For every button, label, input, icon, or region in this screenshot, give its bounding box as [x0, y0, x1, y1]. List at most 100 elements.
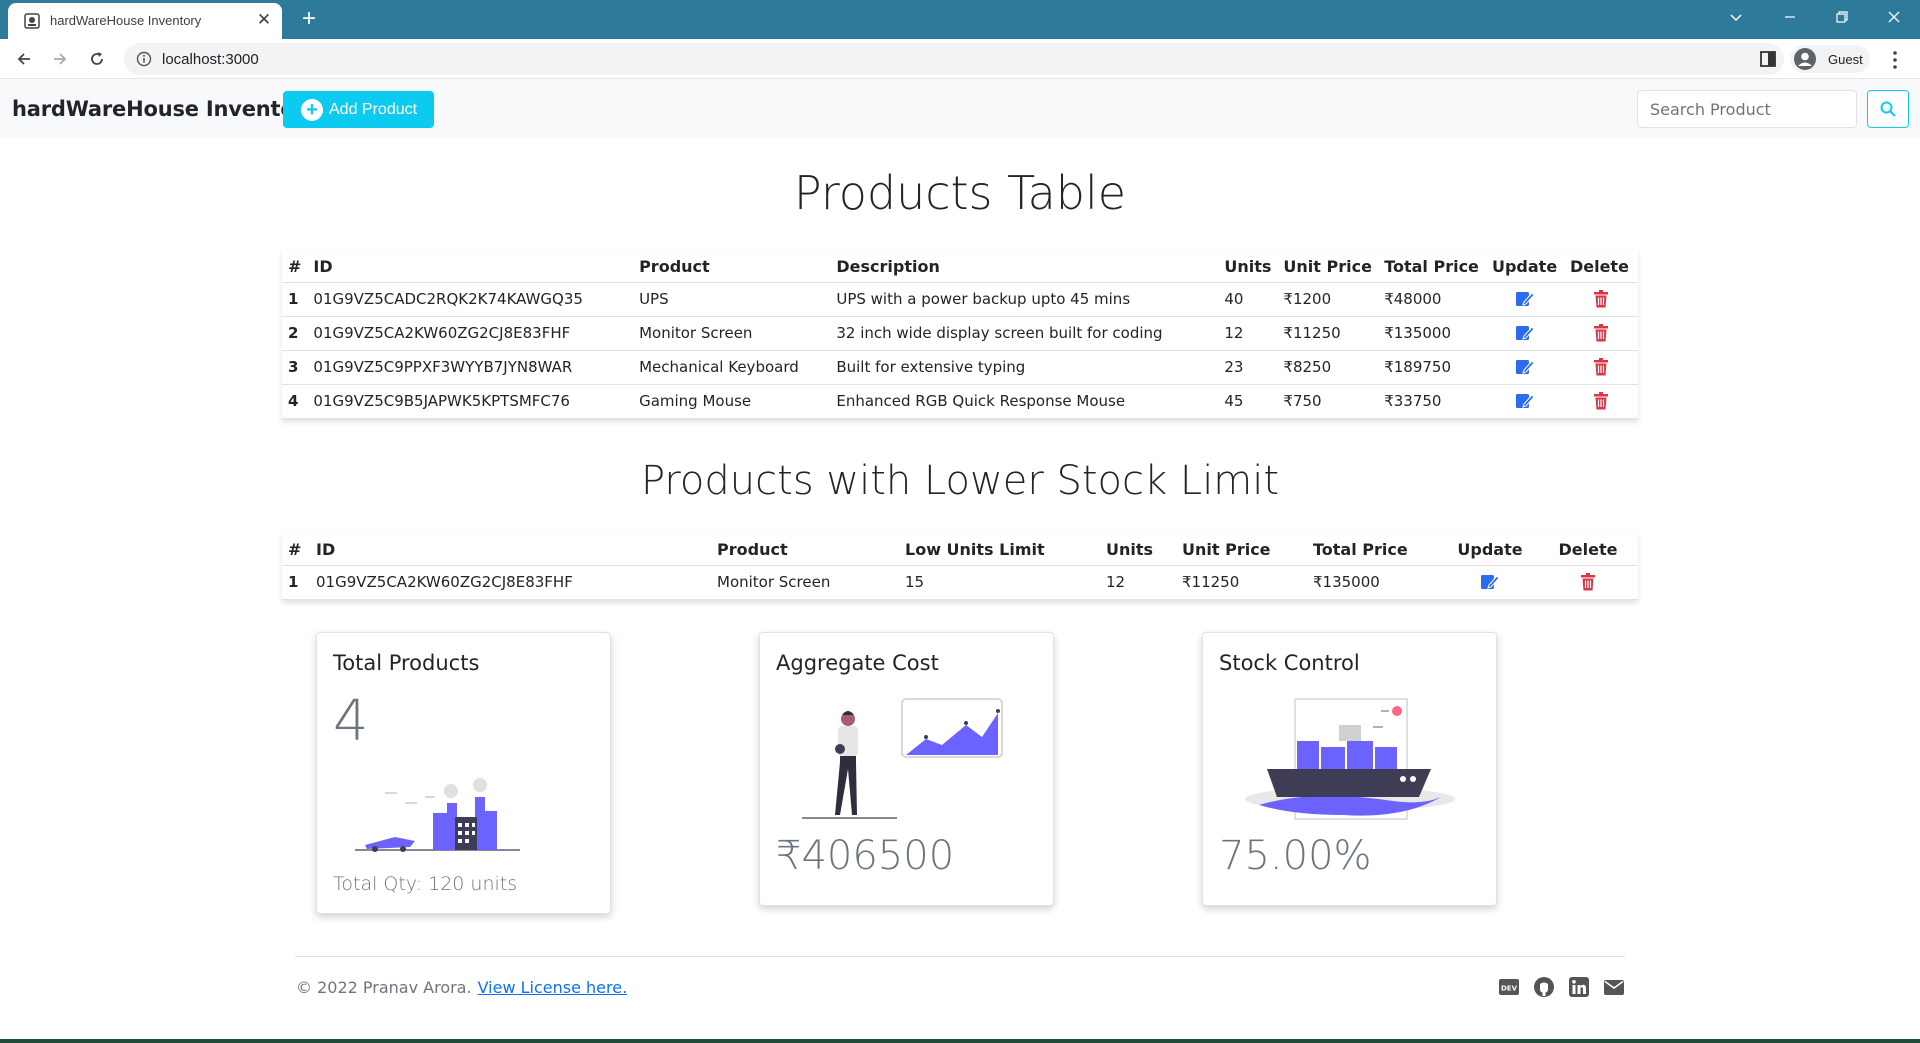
- product-units: 12: [1100, 565, 1176, 600]
- plus-circle-icon: +: [301, 99, 323, 121]
- product-name: Gaming Mouse: [633, 384, 831, 419]
- delete-cell: [1563, 316, 1638, 351]
- cargo-ship-illustration: [1245, 698, 1455, 820]
- copyright-text: © 2022 Pranav Arora.: [296, 978, 472, 997]
- col-header-unit-price: Unit Price: [1277, 250, 1379, 283]
- back-icon[interactable]: [11, 46, 37, 72]
- browser-toolbar: localhost:3000 Guest: [0, 39, 1920, 79]
- col-header-id: ID: [310, 533, 711, 566]
- reload-icon[interactable]: [84, 46, 110, 72]
- stock-control-value: 75.00%: [1219, 833, 1372, 879]
- update-cell: [1485, 384, 1564, 419]
- table-row: 1 01G9VZ5CA2KW60ZG2CJ8E83FHF Monitor Scr…: [282, 565, 1638, 600]
- trash-icon[interactable]: [1593, 324, 1609, 342]
- favicon-icon: [24, 13, 40, 29]
- github-icon[interactable]: [1533, 976, 1555, 998]
- product-total-price: ₹135000: [1307, 565, 1442, 600]
- profile-name: Guest: [1828, 52, 1863, 67]
- close-window-icon[interactable]: [1868, 0, 1920, 34]
- card-title: Total Products: [333, 651, 480, 675]
- row-number: 1: [282, 282, 308, 317]
- trash-icon[interactable]: [1593, 392, 1609, 410]
- svg-text:DEV: DEV: [1501, 985, 1518, 993]
- lowstock-table: # ID Product Low Units Limit Units Unit …: [282, 533, 1638, 600]
- products-table: # ID Product Description Units Unit Pric…: [282, 250, 1638, 419]
- product-description: 32 inch wide display screen built for co…: [830, 316, 1219, 351]
- trash-icon[interactable]: [1593, 290, 1609, 308]
- linkedin-icon[interactable]: [1568, 976, 1590, 998]
- product-name: Monitor Screen: [711, 565, 899, 600]
- add-product-label: Add Product: [329, 101, 418, 118]
- product-units: 45: [1218, 384, 1278, 419]
- license-link[interactable]: View License here.: [478, 978, 628, 997]
- table-row: 2 01G9VZ5CA2KW60ZG2CJ8E83FHF Monitor Scr…: [282, 316, 1638, 351]
- browser-menu-icon[interactable]: [1884, 49, 1906, 71]
- trash-icon[interactable]: [1593, 358, 1609, 376]
- pencil-square-icon[interactable]: [1515, 290, 1535, 308]
- product-units: 23: [1218, 350, 1278, 385]
- trash-icon[interactable]: [1580, 573, 1596, 591]
- footer-divider: [295, 956, 1625, 957]
- col-header-delete: Delete: [1563, 250, 1638, 283]
- url-text: localhost:3000: [162, 51, 259, 68]
- card-title: Stock Control: [1219, 651, 1360, 675]
- row-number: 2: [282, 316, 308, 351]
- col-header-unit-price: Unit Price: [1176, 533, 1307, 566]
- restore-icon[interactable]: [1816, 0, 1868, 34]
- table-header-row: # ID Product Description Units Unit Pric…: [282, 250, 1638, 283]
- app-navbar: hardWareHouse Inventory + Add Product: [0, 79, 1920, 137]
- product-unit-price: ₹1200: [1277, 282, 1379, 317]
- col-header-num: #: [282, 250, 308, 283]
- product-description: Enhanced RGB Quick Response Mouse: [830, 384, 1219, 419]
- row-number: 3: [282, 350, 308, 385]
- browser-tab[interactable]: hardWareHouse Inventory ✕: [8, 3, 282, 39]
- site-info-icon[interactable]: [136, 51, 152, 67]
- product-unit-price: ₹11250: [1176, 565, 1307, 600]
- profile-button[interactable]: Guest: [1790, 45, 1870, 73]
- table-header-row: # ID Product Low Units Limit Units Unit …: [282, 533, 1638, 566]
- product-unit-price: ₹750: [1277, 384, 1379, 419]
- add-product-button[interactable]: + Add Product: [283, 91, 434, 128]
- brand-title[interactable]: hardWareHouse Inventory: [12, 97, 318, 121]
- forward-icon[interactable]: [47, 46, 73, 72]
- search-input[interactable]: [1637, 90, 1857, 128]
- col-header-product: Product: [711, 533, 899, 566]
- col-header-units: Units: [1100, 533, 1176, 566]
- pencil-square-icon[interactable]: [1515, 358, 1535, 376]
- stock-control-card: Stock Control 75.00%: [1202, 632, 1497, 906]
- aggregate-cost-card: Aggregate Cost ₹406500: [759, 632, 1054, 906]
- table-row: 3 01G9VZ5C9PPXF3WYYB7JYN8WAR Mechanical …: [282, 350, 1638, 385]
- pencil-square-icon[interactable]: [1480, 573, 1500, 591]
- address-bar[interactable]: localhost:3000: [124, 43, 1855, 75]
- product-unit-price: ₹8250: [1277, 350, 1379, 385]
- col-header-total-price: Total Price: [1307, 533, 1442, 566]
- lowstock-table-title: Products with Lower Stock Limit: [640, 458, 1280, 504]
- minimize-icon[interactable]: [1764, 0, 1816, 34]
- search-button[interactable]: [1867, 90, 1909, 128]
- product-description: UPS with a power backup upto 45 mins: [830, 282, 1219, 317]
- col-header-low-units-limit: Low Units Limit: [899, 533, 1100, 566]
- product-name: Mechanical Keyboard: [633, 350, 831, 385]
- col-header-description: Description: [830, 250, 1219, 283]
- dev-icon[interactable]: DEV: [1498, 976, 1520, 998]
- table-row: 4 01G9VZ5C9B5JAPWK5KPTSMFC76 Gaming Mous…: [282, 384, 1638, 419]
- update-cell: [1442, 565, 1538, 600]
- product-id: 01G9VZ5CA2KW60ZG2CJ8E83FHF: [307, 316, 634, 351]
- product-units: 12: [1218, 316, 1278, 351]
- card-title: Aggregate Cost: [776, 651, 939, 675]
- tab-search-icon[interactable]: [1710, 0, 1762, 34]
- product-unit-price: ₹11250: [1277, 316, 1379, 351]
- col-header-total-price: Total Price: [1378, 250, 1486, 283]
- tab-close-icon[interactable]: ✕: [254, 10, 274, 30]
- row-number: 4: [282, 384, 308, 419]
- pencil-square-icon[interactable]: [1515, 392, 1535, 410]
- side-panel-icon[interactable]: [1760, 51, 1776, 67]
- delete-cell: [1538, 565, 1638, 600]
- factory-illustration: [355, 778, 520, 852]
- product-total-price: ₹33750: [1378, 384, 1486, 419]
- envelope-icon[interactable]: [1603, 976, 1625, 998]
- update-cell: [1485, 350, 1564, 385]
- pencil-square-icon[interactable]: [1515, 324, 1535, 342]
- total-products-value: 4: [333, 689, 369, 754]
- new-tab-button[interactable]: +: [296, 6, 322, 32]
